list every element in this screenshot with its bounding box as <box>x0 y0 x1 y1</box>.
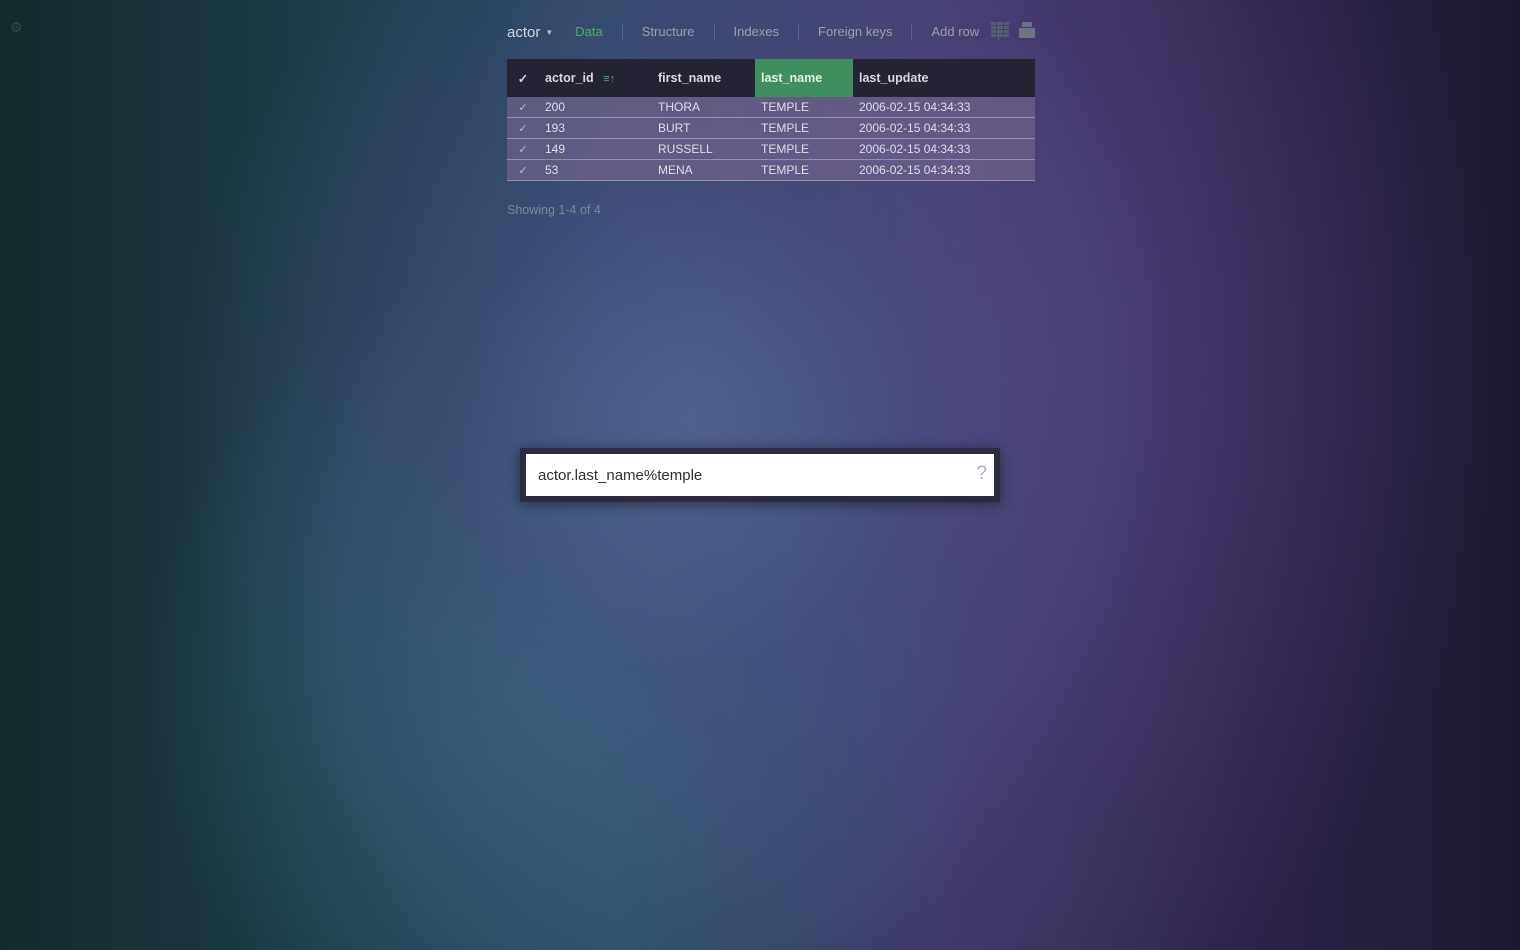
cell-actor-id[interactable]: 193 <box>539 117 652 139</box>
cell-last-name[interactable]: TEMPLE <box>755 159 853 181</box>
sort-ascending-icon: ≡↑ <box>603 72 616 85</box>
toolbar: actor ▼ Data Structure Indexes Foreign k… <box>507 18 1035 46</box>
tab-add-row[interactable]: Add row <box>912 24 1000 40</box>
table-row[interactable]: ✓ 193 BURT TEMPLE 2006-02-15 04:34:33 <box>507 117 1035 139</box>
cell-last-name[interactable]: TEMPLE <box>755 117 853 139</box>
cell-first-name[interactable]: BURT <box>652 117 755 139</box>
select-all-checkbox[interactable]: ✓ <box>507 59 539 97</box>
column-header-label: actor_id <box>545 71 594 85</box>
column-header-actor-id[interactable]: actor_id ≡↑ <box>539 59 652 97</box>
tab-indexes[interactable]: Indexes <box>715 24 800 40</box>
tab-foreign-keys[interactable]: Foreign keys <box>799 24 913 40</box>
cell-actor-id[interactable]: 53 <box>539 159 652 181</box>
cell-last-name[interactable]: TEMPLE <box>755 138 853 160</box>
data-table: ✓ actor_id ≡↑ first_name last_name last_… <box>507 59 1035 181</box>
stack-view-icon[interactable] <box>1019 22 1035 38</box>
view-switcher <box>991 22 1035 38</box>
table-header-row: ✓ actor_id ≡↑ first_name last_name last_… <box>507 59 1035 97</box>
table-selector[interactable]: actor ▼ <box>507 24 553 41</box>
cell-actor-id[interactable]: 200 <box>539 97 652 118</box>
column-header-last-name[interactable]: last_name <box>755 59 853 97</box>
search-panel: ? <box>520 448 1000 502</box>
chevron-down-icon: ▼ <box>545 27 554 37</box>
cell-last-name[interactable]: TEMPLE <box>755 97 853 118</box>
row-checkbox[interactable]: ✓ <box>507 97 539 118</box>
cell-first-name[interactable]: RUSSELL <box>652 138 755 160</box>
row-checkbox[interactable]: ✓ <box>507 138 539 160</box>
cell-actor-id[interactable]: 149 <box>539 138 652 160</box>
table-row[interactable]: ✓ 53 MENA TEMPLE 2006-02-15 04:34:33 <box>507 159 1035 181</box>
cell-last-update[interactable]: 2006-02-15 04:34:33 <box>853 117 1035 139</box>
tab-structure[interactable]: Structure <box>623 24 715 40</box>
column-header-first-name[interactable]: first_name <box>652 59 755 97</box>
grid-view-icon[interactable] <box>991 22 1009 37</box>
column-header-label: first_name <box>658 71 722 85</box>
row-checkbox[interactable]: ✓ <box>507 117 539 139</box>
column-header-label: last_update <box>859 71 929 85</box>
cell-last-update[interactable]: 2006-02-15 04:34:33 <box>853 159 1035 181</box>
column-header-last-update[interactable]: last_update <box>853 59 1035 97</box>
tab-data[interactable]: Data <box>556 24 623 40</box>
column-header-label: last_name <box>761 71 823 85</box>
search-input[interactable] <box>526 454 994 496</box>
cell-last-update[interactable]: 2006-02-15 04:34:33 <box>853 138 1035 160</box>
pagination-status: Showing 1-4 of 4 <box>507 203 601 217</box>
table-row[interactable]: ✓ 149 RUSSELL TEMPLE 2006-02-15 04:34:33 <box>507 138 1035 160</box>
cell-first-name[interactable]: THORA <box>652 97 755 118</box>
table-row[interactable]: ✓ 200 THORA TEMPLE 2006-02-15 04:34:33 <box>507 97 1035 118</box>
gear-icon[interactable]: ⚙ <box>10 20 24 34</box>
cell-last-update[interactable]: 2006-02-15 04:34:33 <box>853 97 1035 118</box>
row-checkbox[interactable]: ✓ <box>507 159 539 181</box>
cell-first-name[interactable]: MENA <box>652 159 755 181</box>
table-name-label: actor <box>507 23 541 41</box>
help-icon[interactable]: ? <box>976 463 987 485</box>
